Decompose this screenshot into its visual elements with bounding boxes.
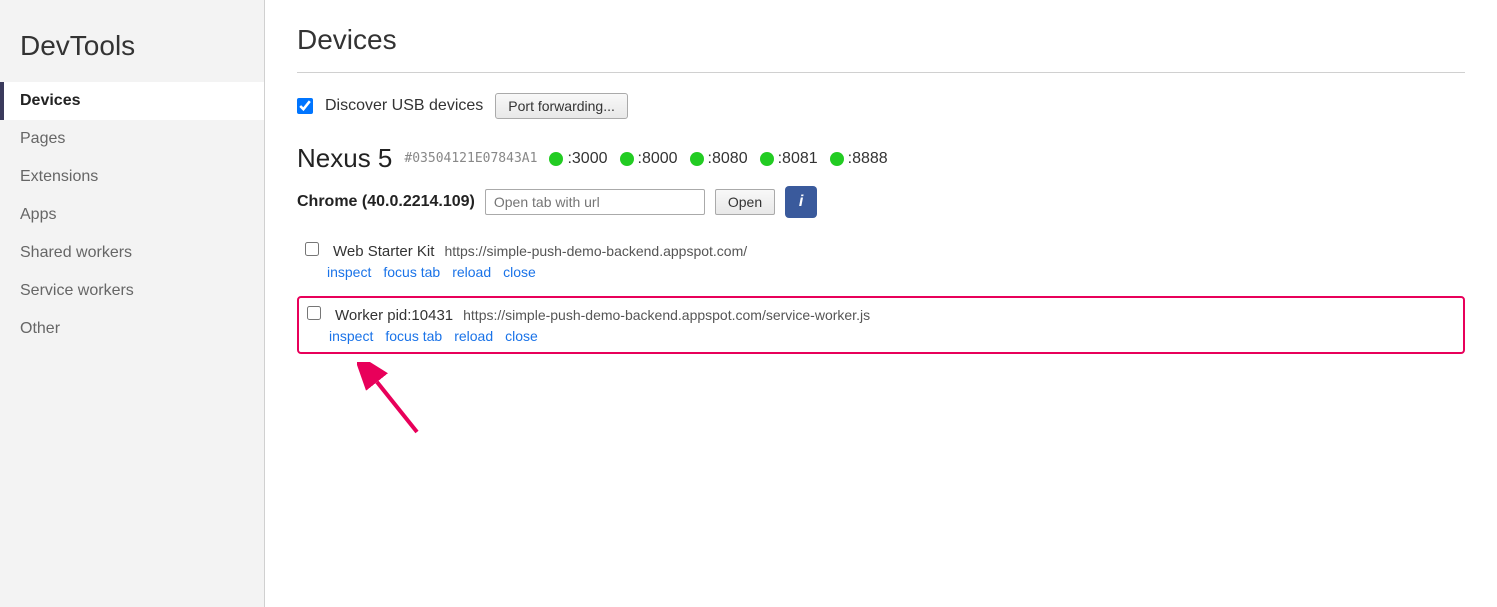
tab2-checkbox[interactable] — [307, 306, 321, 320]
sidebar-item-extensions[interactable]: Extensions — [0, 158, 264, 196]
tab2-name: Worker pid:10431 — [335, 307, 453, 324]
device-header: Nexus 5 #03504121E07843A1 :3000 :8000 :8… — [297, 143, 1465, 174]
sidebar-item-pages[interactable]: Pages — [0, 120, 264, 158]
tab1-url: https://simple-push-demo-backend.appspot… — [444, 243, 747, 259]
port-8000: :8000 — [620, 150, 678, 168]
open-tab-url-input[interactable] — [485, 189, 705, 215]
sidebar-item-label-other: Other — [20, 320, 60, 337]
tab2-url: https://simple-push-demo-backend.appspot… — [463, 307, 870, 323]
sidebar-item-shared-workers[interactable]: Shared workers — [0, 234, 264, 272]
info-icon-label: i — [799, 193, 803, 211]
port-8888: :8888 — [830, 150, 888, 168]
tab1-inspect-link[interactable]: inspect — [327, 264, 371, 280]
sidebar-item-label-devices: Devices — [20, 92, 81, 109]
tab1-close-link[interactable]: close — [503, 264, 536, 280]
usb-label: Discover USB devices — [325, 97, 483, 115]
device-id: #03504121E07843A1 — [404, 151, 537, 166]
sidebar: DevTools Devices Pages Extensions Apps S… — [0, 0, 265, 607]
port-8080-label: :8080 — [708, 150, 748, 168]
tab1-checkbox[interactable] — [305, 242, 319, 256]
tab1-name: Web Starter Kit — [333, 243, 434, 260]
app-title: DevTools — [0, 20, 264, 82]
tab2-close-link[interactable]: close — [505, 328, 538, 344]
arrow-annotation — [297, 362, 1465, 442]
tab-entry-worker: Worker pid:10431 https://simple-push-dem… — [297, 296, 1465, 354]
port-8080: :8080 — [690, 150, 748, 168]
port-8081: :8081 — [760, 150, 818, 168]
tab2-reload-link[interactable]: reload — [454, 328, 493, 344]
sidebar-item-apps[interactable]: Apps — [0, 196, 264, 234]
chrome-label: Chrome (40.0.2214.109) — [297, 193, 475, 211]
info-icon[interactable]: i — [785, 186, 817, 218]
open-button[interactable]: Open — [715, 189, 775, 215]
page-title: Devices — [297, 24, 1465, 56]
sidebar-item-label-apps: Apps — [20, 206, 56, 223]
sidebar-item-label-pages: Pages — [20, 130, 65, 147]
divider — [297, 72, 1465, 73]
usb-row: Discover USB devices Port forwarding... — [297, 93, 1465, 119]
sidebar-item-service-workers[interactable]: Service workers — [0, 272, 264, 310]
arrow-svg — [357, 362, 457, 442]
discover-usb-checkbox[interactable] — [297, 98, 313, 114]
port-8081-label: :8081 — [778, 150, 818, 168]
chrome-row: Chrome (40.0.2214.109) Open i — [297, 186, 1465, 218]
port-forwarding-button[interactable]: Port forwarding... — [495, 93, 628, 119]
tab1-header: Web Starter Kit https://simple-push-demo… — [305, 242, 1465, 260]
port-8000-label: :8000 — [638, 150, 678, 168]
tab-entry-web-starter-kit: Web Starter Kit https://simple-push-demo… — [297, 234, 1465, 288]
green-dot-3000 — [549, 152, 563, 166]
green-dot-8888 — [830, 152, 844, 166]
sidebar-item-label-extensions: Extensions — [20, 168, 98, 185]
green-dot-8000 — [620, 152, 634, 166]
tab2-focus-tab-link[interactable]: focus tab — [385, 328, 442, 344]
device-name: Nexus 5 — [297, 143, 392, 174]
port-3000: :3000 — [549, 150, 607, 168]
sidebar-item-label-shared-workers: Shared workers — [20, 244, 132, 261]
tab2-inspect-link[interactable]: inspect — [329, 328, 373, 344]
sidebar-item-devices[interactable]: Devices — [0, 82, 264, 120]
sidebar-item-label-service-workers: Service workers — [20, 282, 134, 299]
tab1-actions: inspect focus tab reload close — [305, 264, 1465, 280]
tab1-reload-link[interactable]: reload — [452, 264, 491, 280]
port-3000-label: :3000 — [567, 150, 607, 168]
tab2-actions: inspect focus tab reload close — [307, 328, 1455, 344]
sidebar-item-other[interactable]: Other — [0, 310, 264, 348]
port-8888-label: :8888 — [848, 150, 888, 168]
green-dot-8081 — [760, 152, 774, 166]
tab1-focus-tab-link[interactable]: focus tab — [383, 264, 440, 280]
main-content: Devices Discover USB devices Port forwar… — [265, 0, 1497, 607]
tab2-header: Worker pid:10431 https://simple-push-dem… — [307, 306, 1455, 324]
green-dot-8080 — [690, 152, 704, 166]
